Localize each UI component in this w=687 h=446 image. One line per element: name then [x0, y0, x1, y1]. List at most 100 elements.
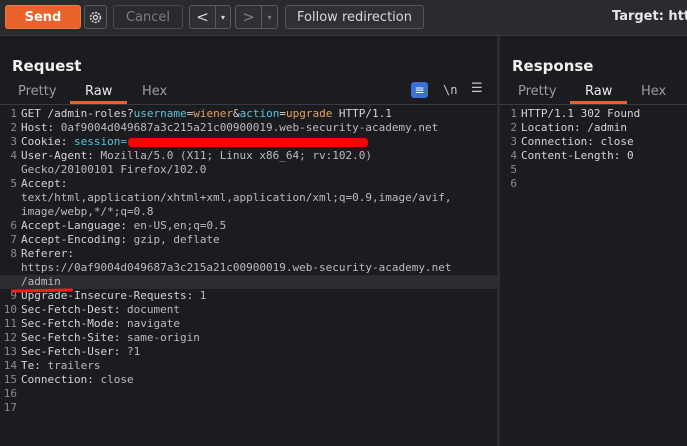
- response-editor[interactable]: 1 HTTP/1.1 302 Found 2 Location: /admin 3C…: [500, 107, 687, 191]
- forward-dropdown-icon[interactable]: ▾: [262, 6, 277, 28]
- request-editor[interactable]: 1 GET /admin-roles?username=wiener&actio…: [0, 107, 497, 415]
- request-line: 11 Sec-Fetch-Mode: navigate: [0, 317, 497, 331]
- response-tab-hex[interactable]: Hex: [641, 84, 666, 104]
- response-line: 5: [500, 163, 687, 177]
- request-line: image/webp,*/*;q=0.8: [0, 205, 497, 219]
- menu-icon[interactable]: ☰: [471, 81, 483, 96]
- back-arrow-icon[interactable]: <: [190, 6, 216, 28]
- request-line: 10 Sec-Fetch-Dest: document: [0, 303, 497, 317]
- forward-arrow-icon[interactable]: >: [236, 6, 262, 28]
- header-continuation: text/html,application/xhtml+xml,applicat…: [21, 191, 452, 204]
- settings-gear-icon[interactable]: [84, 5, 107, 29]
- param-name: username: [133, 107, 187, 120]
- response-line: 4 Content-Length: 0: [500, 149, 687, 163]
- line-number: 4: [510, 149, 517, 162]
- line-number: 5: [10, 177, 17, 190]
- header-line: Sec-Fetch-Site: same-origin: [21, 331, 200, 344]
- request-line: 9 Upgrade-Insecure-Requests: 1: [0, 289, 497, 303]
- response-title: Response: [512, 57, 594, 75]
- line-number: 6: [10, 219, 17, 232]
- target-label[interactable]: Target: http: [612, 9, 687, 24]
- wrap-lines-icon[interactable]: ≡: [411, 82, 428, 98]
- request-line: text/html,application/xhtml+xml,applicat…: [0, 191, 497, 205]
- param-value: wiener: [193, 107, 233, 120]
- header-line: Sec-Fetch-User: ?1: [21, 345, 141, 358]
- line-number: 3: [10, 135, 17, 148]
- header-line: Sec-Fetch-Mode: navigate: [21, 317, 180, 330]
- request-line-highlighted: /admin: [0, 275, 497, 289]
- line-number: 8: [10, 247, 17, 260]
- line-number: [0, 163, 21, 177]
- param-value: upgrade: [285, 107, 333, 120]
- cancel-button[interactable]: Cancel: [113, 5, 183, 29]
- request-line: 14 Te: trailers: [0, 359, 497, 373]
- line-number: 3: [510, 135, 517, 148]
- request-line: 6 Accept-Language: en-US,en;q=0.5: [0, 219, 497, 233]
- send-button[interactable]: Send: [5, 5, 81, 29]
- line-number: 1: [10, 107, 17, 120]
- history-back-group: < ▾: [189, 5, 231, 29]
- line-number: 15: [3, 373, 17, 386]
- request-line: 2 Host: 0af9004d049687a3c215a21c00900019…: [0, 121, 497, 135]
- request-tab-divider: [0, 104, 497, 105]
- request-line: Gecko/20100101 Firefox/102.0: [0, 163, 497, 177]
- line-number: 5: [510, 163, 517, 176]
- line-number: 12: [3, 331, 17, 344]
- header-line: Accept-Encoding: gzip, deflate: [21, 233, 220, 246]
- response-line-text: HTTP/1.1 302 Found: [521, 107, 641, 120]
- header-line: Host: 0af9004d049687a3c215a21c00900019.w…: [21, 121, 439, 134]
- redaction-mark: [127, 137, 368, 147]
- request-tab-pretty[interactable]: Pretty: [18, 84, 57, 104]
- request-line: 17: [0, 401, 497, 415]
- request-line: 8 Referer:: [0, 247, 497, 261]
- response-line-text: Connection: close: [521, 135, 634, 148]
- line-number: 1: [510, 107, 517, 120]
- request-line: 12 Sec-Fetch-Site: same-origin: [0, 331, 497, 345]
- request-line: 5 Accept:: [0, 177, 497, 191]
- line-number: 16: [3, 387, 17, 400]
- request-line: 15 Connection: close: [0, 373, 497, 387]
- response-line-text: Content-Length: 0: [521, 149, 634, 162]
- header-continuation: https://0af9004d049687a3c215a21c00900019…: [21, 261, 452, 274]
- cookie-line: Cookie: session=: [21, 135, 368, 149]
- header-line: Accept-Language: en-US,en;q=0.5: [21, 219, 227, 232]
- line-number: 6: [510, 177, 517, 190]
- response-line: 2 Location: /admin: [500, 121, 687, 135]
- header-line: Referer:: [21, 247, 74, 260]
- response-tab-divider: [500, 104, 687, 105]
- request-line: 4 User-Agent: Mozilla/5.0 (X11; Linux x8…: [0, 149, 497, 163]
- line-number: 2: [510, 121, 517, 134]
- toolbar: Send Cancel < ▾ > ▾ Follow redirection T…: [0, 0, 687, 36]
- follow-redirection-button[interactable]: Follow redirection: [285, 5, 424, 29]
- request-line: 7 Accept-Encoding: gzip, deflate: [0, 233, 497, 247]
- panel-splitter[interactable]: [497, 36, 500, 446]
- response-tab-pretty[interactable]: Pretty: [518, 84, 557, 104]
- line-number: 13: [3, 345, 17, 358]
- line-number: [0, 205, 21, 219]
- line-number: [0, 261, 21, 275]
- header-continuation: /admin: [21, 275, 61, 288]
- back-dropdown-icon[interactable]: ▾: [216, 6, 230, 28]
- cookie-name: session=: [67, 135, 127, 148]
- response-line-text: Location: /admin: [521, 121, 627, 134]
- request-line: 13 Sec-Fetch-User: ?1: [0, 345, 497, 359]
- request-line: 1 GET /admin-roles?username=wiener&actio…: [0, 107, 497, 121]
- line-number: [0, 275, 21, 289]
- line-number: 14: [3, 359, 17, 372]
- request-title: Request: [12, 57, 82, 75]
- header-line: User-Agent: Mozilla/5.0 (X11; Linux x86_…: [21, 149, 373, 162]
- line-number: 10: [3, 303, 17, 316]
- line-number: 2: [10, 121, 17, 134]
- request-line: 16: [0, 387, 497, 401]
- newline-icon[interactable]: \n: [443, 83, 457, 97]
- history-forward-group: > ▾: [235, 5, 278, 29]
- line-number: 11: [3, 317, 17, 330]
- header-continuation: image/webp,*/*;q=0.8: [21, 205, 154, 218]
- param-name: action: [239, 107, 280, 120]
- request-tab-hex[interactable]: Hex: [142, 84, 167, 104]
- request-line: https://0af9004d049687a3c215a21c00900019…: [0, 261, 497, 275]
- request-line-text: GET /admin-roles?username=wiener&action=…: [21, 107, 392, 120]
- request-line: 3 Cookie: session=: [0, 135, 497, 149]
- header-line: Sec-Fetch-Dest: document: [21, 303, 180, 316]
- line-number: 17: [3, 401, 17, 414]
